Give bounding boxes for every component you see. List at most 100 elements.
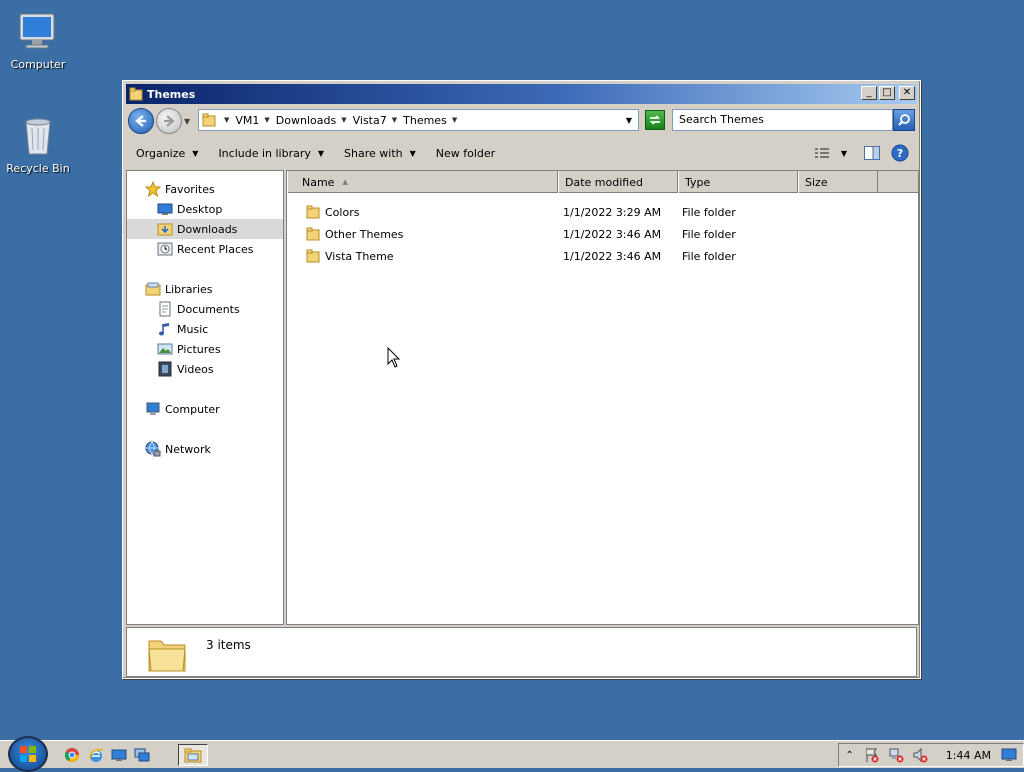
ie-launcher[interactable] bbox=[87, 746, 105, 764]
nav-label: Network bbox=[165, 442, 211, 456]
nav-label: Documents bbox=[177, 302, 240, 316]
taskbar-explorer-button[interactable] bbox=[178, 744, 208, 766]
chevron-down-icon: ▼ bbox=[317, 148, 325, 158]
nav-item-computer[interactable]: Computer bbox=[145, 399, 220, 419]
arrow-right-icon bbox=[164, 115, 175, 127]
desktop-icon-label: Recycle Bin bbox=[6, 162, 70, 175]
show-desktop-icon[interactable] bbox=[1001, 748, 1017, 762]
nav-item-network[interactable]: Network bbox=[145, 439, 211, 459]
file-type: File folder bbox=[682, 227, 736, 241]
chevron-down-icon: ▼ bbox=[409, 148, 416, 158]
clock[interactable]: 1:44 AM bbox=[946, 749, 991, 762]
share-with-button[interactable]: Share with ▼ bbox=[334, 147, 426, 160]
column-header-name[interactable]: Name ▲ bbox=[287, 171, 558, 193]
new-folder-label: New folder bbox=[435, 146, 496, 160]
action-center-icon[interactable] bbox=[864, 747, 880, 763]
network-icon bbox=[145, 441, 161, 457]
desktop-icon-computer[interactable]: Computer bbox=[0, 8, 76, 71]
breadcrumb-separator-icon[interactable]: ▼ bbox=[452, 116, 457, 124]
volume-muted-icon[interactable] bbox=[912, 747, 928, 763]
refresh-button[interactable] bbox=[645, 110, 665, 130]
address-bar[interactable]: ▼ VM1 ▼ Downloads ▼ Vista7 ▼ Themes ▼ ▼ bbox=[198, 109, 639, 131]
nav-label: Pictures bbox=[177, 342, 221, 356]
breadcrumb-separator-icon[interactable]: ▼ bbox=[392, 116, 397, 124]
file-date: 1/1/2022 3:46 AM bbox=[563, 227, 662, 241]
show-desktop-launcher[interactable] bbox=[110, 746, 128, 764]
minimize-button[interactable]: _ bbox=[861, 86, 877, 100]
nav-item-libraries[interactable]: Libraries bbox=[145, 279, 213, 299]
taskbar: ⌃ 1:44 AM bbox=[0, 736, 1024, 772]
column-header-type[interactable]: Type bbox=[678, 171, 798, 193]
nav-item-desktop[interactable]: Desktop bbox=[157, 199, 222, 219]
recycle-bin-icon bbox=[25, 118, 51, 155]
nav-item-documents[interactable]: Documents bbox=[157, 299, 240, 319]
help-icon[interactable]: ? bbox=[891, 144, 909, 162]
recent-pages-dropdown-icon[interactable]: ▼ bbox=[184, 117, 190, 126]
column-header-date[interactable]: Date modified bbox=[558, 171, 678, 193]
search-input[interactable]: Search Themes bbox=[672, 109, 893, 131]
mouse-cursor-icon bbox=[387, 347, 401, 368]
preview-pane-icon[interactable] bbox=[863, 145, 881, 161]
include-in-library-button[interactable]: Include in library ▼ bbox=[208, 147, 334, 160]
desktop-icon-label: Computer bbox=[10, 58, 66, 71]
start-button[interactable] bbox=[8, 736, 48, 772]
breadcrumb-vm1[interactable]: VM1 bbox=[235, 114, 259, 127]
breadcrumb-downloads[interactable]: Downloads bbox=[276, 114, 336, 127]
show-hidden-icons-icon[interactable]: ⌃ bbox=[845, 750, 853, 761]
organize-label: Organize bbox=[136, 146, 186, 160]
nav-label: Music bbox=[177, 322, 209, 336]
chrome-launcher[interactable] bbox=[63, 746, 81, 764]
column-label: Size bbox=[805, 175, 828, 189]
nav-label: Recent Places bbox=[177, 242, 254, 256]
explorer-folder-icon bbox=[184, 748, 202, 763]
recent-places-icon bbox=[157, 242, 173, 256]
new-folder-button[interactable]: New folder bbox=[426, 147, 505, 160]
column-header-size[interactable]: Size bbox=[798, 171, 878, 193]
breadcrumb-themes[interactable]: Themes bbox=[403, 114, 447, 127]
column-label: Name bbox=[302, 175, 335, 189]
chevron-down-icon: ▼ bbox=[192, 148, 199, 158]
music-icon bbox=[159, 323, 169, 336]
nav-label: Videos bbox=[177, 362, 214, 376]
explorer-window: Themes _ □ ✕ ▼ ▼ VM1 ▼ Downloads ▼ Vista… bbox=[122, 80, 921, 679]
breadcrumb-separator-icon[interactable]: ▼ bbox=[264, 116, 269, 124]
nav-item-videos[interactable]: Videos bbox=[157, 359, 214, 379]
svg-text:?: ? bbox=[897, 147, 903, 160]
nav-item-downloads[interactable]: Downloads bbox=[127, 219, 283, 239]
table-row[interactable]: Colors 1/1/2022 3:29 AM File folder bbox=[287, 201, 918, 223]
pictures-icon bbox=[157, 343, 173, 355]
nav-item-recent-places[interactable]: Recent Places bbox=[157, 239, 254, 259]
search-button[interactable] bbox=[893, 109, 915, 131]
table-row[interactable]: Vista Theme 1/1/2022 3:46 AM File folder bbox=[287, 245, 918, 267]
desktop-icon-recycle-bin[interactable]: Recycle Bin bbox=[0, 112, 76, 175]
close-button[interactable]: ✕ bbox=[899, 86, 915, 100]
nav-item-music[interactable]: Music bbox=[157, 319, 208, 339]
title-bar[interactable]: Themes _ □ ✕ bbox=[126, 84, 917, 104]
breadcrumb-vista7[interactable]: Vista7 bbox=[353, 114, 387, 127]
column-label: Type bbox=[685, 175, 711, 189]
nav-item-pictures[interactable]: Pictures bbox=[157, 339, 221, 359]
table-row[interactable]: Other Themes 1/1/2022 3:46 AM File folde… bbox=[287, 223, 918, 245]
forward-button[interactable] bbox=[156, 108, 182, 134]
internet-explorer-icon bbox=[89, 748, 104, 762]
breadcrumb-separator-icon[interactable]: ▼ bbox=[224, 116, 229, 124]
breadcrumb-separator-icon[interactable]: ▼ bbox=[341, 116, 346, 124]
organize-button[interactable]: Organize ▼ bbox=[126, 147, 208, 160]
folder-icon bbox=[306, 227, 320, 241]
nav-item-favorites[interactable]: Favorites bbox=[145, 179, 215, 199]
item-count: 3 items bbox=[206, 638, 251, 652]
sort-ascending-icon: ▲ bbox=[342, 178, 348, 186]
view-options-icon[interactable] bbox=[813, 146, 831, 160]
libraries-icon bbox=[145, 282, 161, 296]
maximize-button[interactable]: □ bbox=[879, 86, 895, 100]
switch-windows-launcher[interactable] bbox=[133, 746, 151, 764]
nav-label: Favorites bbox=[165, 182, 215, 196]
view-dropdown-icon[interactable]: ▼ bbox=[841, 149, 847, 158]
file-date: 1/1/2022 3:46 AM bbox=[563, 249, 662, 263]
back-button[interactable] bbox=[128, 108, 154, 134]
address-dropdown-icon[interactable]: ▼ bbox=[626, 116, 632, 125]
folder-icon bbox=[306, 249, 320, 263]
network-status-icon[interactable] bbox=[888, 747, 904, 763]
switch-windows-icon bbox=[134, 748, 150, 762]
window-title: Themes bbox=[147, 87, 196, 101]
